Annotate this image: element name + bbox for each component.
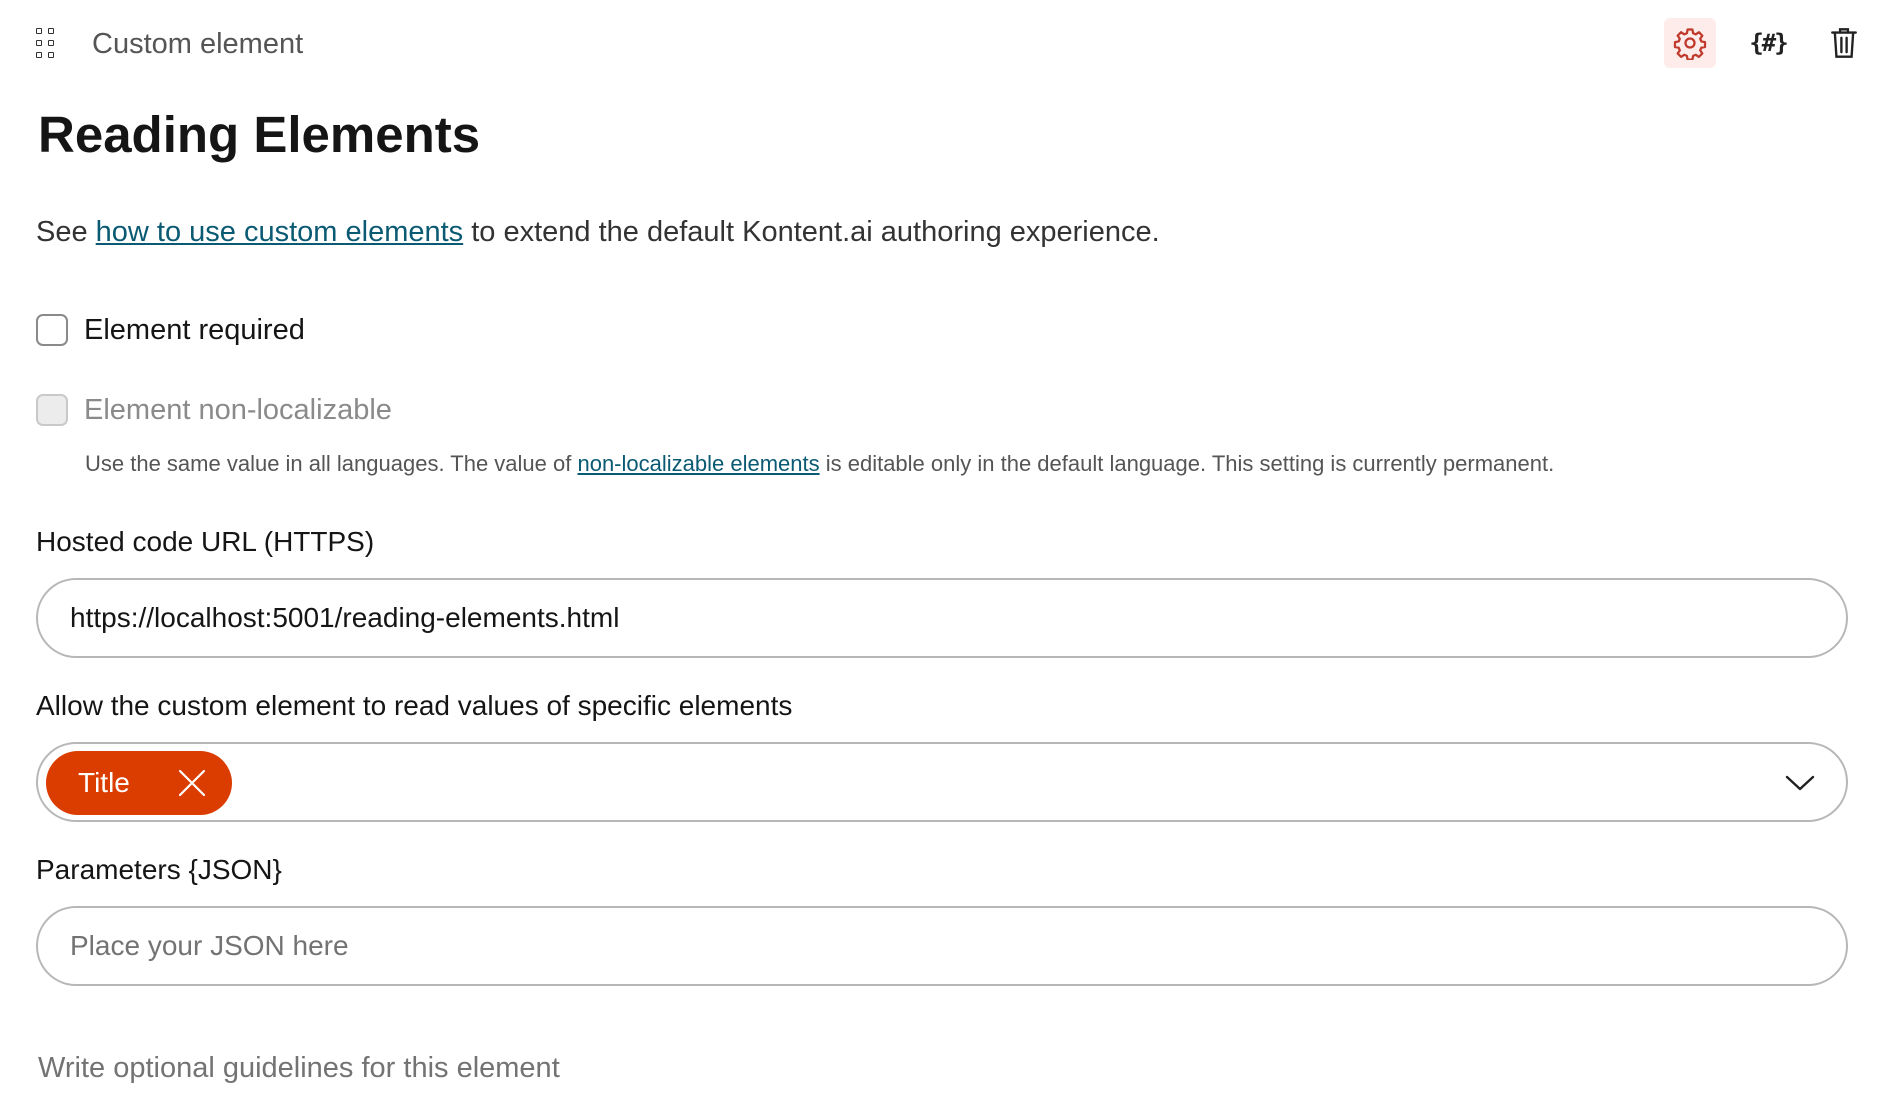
tag-title: Title xyxy=(46,751,232,815)
json-codename-icon: {#} xyxy=(1749,29,1788,57)
parameters-input[interactable]: Place your JSON here xyxy=(36,906,1848,986)
settings-button[interactable] xyxy=(1664,18,1716,68)
parameters-placeholder: Place your JSON here xyxy=(70,930,349,961)
intro-suffix: to extend the default Kontent.ai authori… xyxy=(463,216,1160,248)
gear-icon xyxy=(1673,28,1707,60)
guidelines-input[interactable]: Write optional guidelines for this eleme… xyxy=(38,1048,560,1088)
nonlocalizable-elements-link[interactable]: non-localizable elements xyxy=(577,451,819,476)
codename-button[interactable]: {#} xyxy=(1742,18,1794,68)
parameters-label: Parameters {JSON} xyxy=(36,854,282,885)
chevron-down-icon[interactable] xyxy=(1784,772,1816,794)
element-nonlocalizable-label: Element non-localizable xyxy=(84,394,392,426)
intro-text: See how to use custom elements to extend… xyxy=(36,212,1160,252)
trash-icon xyxy=(1831,28,1857,58)
drag-handle-icon[interactable] xyxy=(36,28,54,58)
allowed-elements-label: Allow the custom element to read values … xyxy=(36,690,793,721)
allowed-elements-select[interactable]: Title xyxy=(36,742,1848,822)
element-type-label: Custom element xyxy=(92,28,304,60)
close-icon[interactable] xyxy=(176,767,208,799)
hint-prefix: Use the same value in all languages. The… xyxy=(85,451,578,476)
element-required-label: Element required xyxy=(84,314,305,346)
element-nonlocalizable-row: Element non-localizable xyxy=(36,390,392,430)
hosted-url-value: https://localhost:5001/reading-elements.… xyxy=(70,602,620,633)
hosted-url-input[interactable]: https://localhost:5001/reading-elements.… xyxy=(36,578,1848,658)
intro-prefix: See xyxy=(36,216,96,248)
hosted-url-label: Hosted code URL (HTTPS) xyxy=(36,526,375,557)
delete-button[interactable] xyxy=(1818,18,1870,68)
page-title: Reading Elements xyxy=(38,106,481,163)
element-required-checkbox[interactable] xyxy=(36,314,68,346)
element-required-row[interactable]: Element required xyxy=(36,310,305,350)
element-nonlocalizable-checkbox xyxy=(36,394,68,426)
hint-suffix: is editable only in the default language… xyxy=(819,451,1555,476)
tag-label: Title xyxy=(78,767,130,798)
nonlocalizable-hint: Use the same value in all languages. The… xyxy=(85,448,1554,480)
custom-elements-help-link[interactable]: how to use custom elements xyxy=(96,216,464,248)
